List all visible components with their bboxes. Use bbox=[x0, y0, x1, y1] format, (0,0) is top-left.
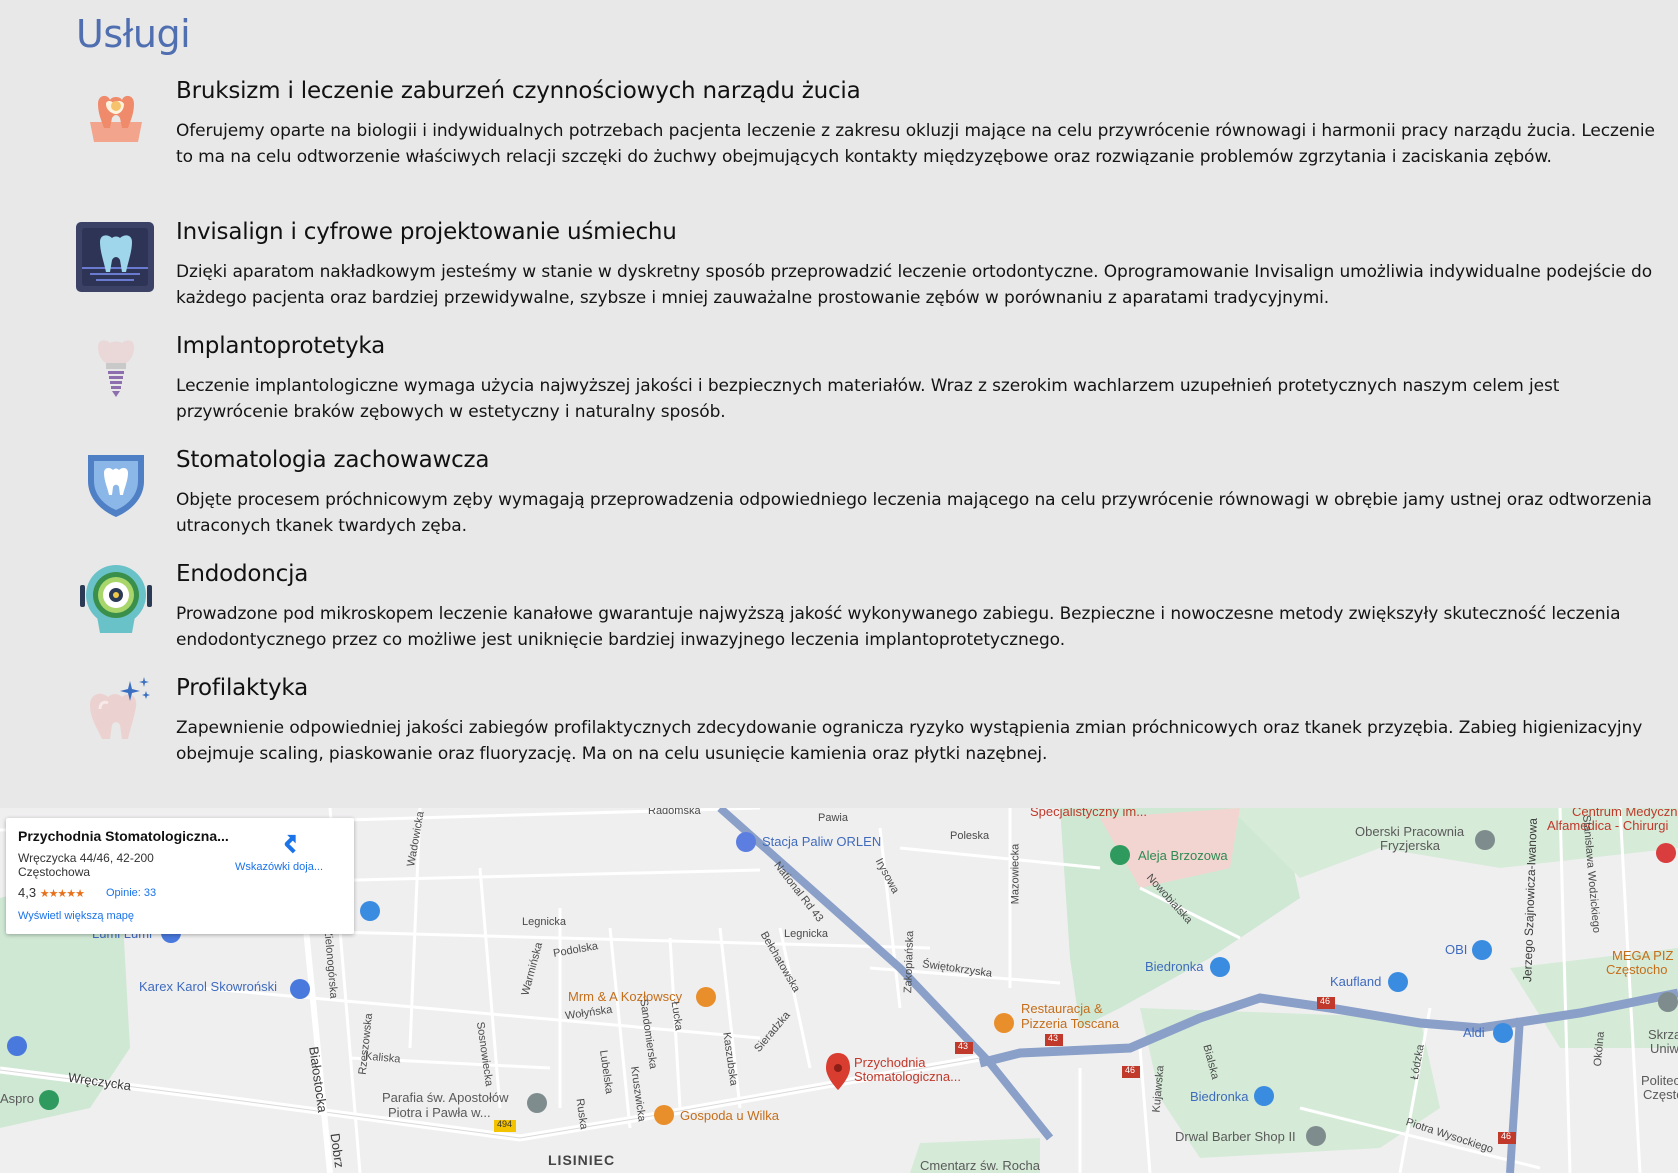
service-description: Oferujemy oparte na biologii i indywidua… bbox=[176, 121, 1655, 167]
sparkling-tooth-icon bbox=[90, 677, 150, 739]
road-shield: 43 bbox=[1048, 1033, 1059, 1043]
map-label: Politec bbox=[1641, 1073, 1678, 1088]
map-label: Zakopiańska bbox=[902, 930, 917, 994]
map-label: Pawia bbox=[818, 812, 848, 824]
map-label: Cmentarz św. Rocha bbox=[920, 1158, 1040, 1173]
road-shield: 494 bbox=[497, 1119, 513, 1129]
map-info-card: Przychodnia Stomatologiczna... Wręczycka… bbox=[6, 818, 354, 934]
dental-implant-icon bbox=[98, 340, 134, 397]
road-shield: 46 bbox=[1501, 1131, 1512, 1141]
map-label: Drwal Barber Shop II bbox=[1175, 1129, 1296, 1144]
reviews-link[interactable]: Opinie: 33 bbox=[106, 887, 156, 899]
map-label: Uniwe bbox=[1650, 1041, 1678, 1056]
road-shield: 46 bbox=[1320, 996, 1331, 1006]
map-label: Alfamedica - Chirurgi bbox=[1547, 818, 1669, 833]
map-label: LISINIEC bbox=[548, 1152, 616, 1168]
map-label: Specjalistyczny im... bbox=[1030, 808, 1148, 819]
service-description: Leczenie implantologiczne wymaga użycia … bbox=[176, 376, 1560, 422]
place-address: Wręczycka 44/46, 42-200 Częstochowa bbox=[18, 851, 154, 879]
directions-link[interactable]: Wskazówki doja... bbox=[235, 861, 323, 873]
map-label: Aleja Brzozowa bbox=[1138, 848, 1228, 863]
map-label: Częstocho bbox=[1606, 962, 1668, 977]
map-label: Oberski Pracownia bbox=[1355, 824, 1465, 839]
service-heading: Invisalign i cyfrowe projektowanie uśmie… bbox=[176, 219, 677, 245]
map-label: Mazowiecka bbox=[1009, 843, 1022, 905]
map-label: Karex Karol Skowroński bbox=[139, 979, 277, 994]
map-label: OBI bbox=[1445, 942, 1468, 957]
road-shield: 43 bbox=[958, 1041, 969, 1051]
map-label: Skrzat bbox=[1648, 1027, 1678, 1042]
map-label: Radomska bbox=[648, 808, 701, 817]
map-label: Legnicka bbox=[784, 928, 829, 940]
map-label: Biedronka bbox=[1145, 959, 1204, 974]
map-label: Restauracja & bbox=[1021, 1001, 1103, 1016]
section-title: Usługi bbox=[76, 12, 191, 56]
tooth-shield-icon bbox=[88, 455, 144, 517]
service-heading: Implantoprotetyka bbox=[176, 333, 385, 359]
map-label: Mrm & A Kozłowscy bbox=[568, 989, 683, 1004]
service-heading: Profilaktyka bbox=[176, 675, 309, 701]
service-description: Dzięki aparatom nakładkowym jesteśmy w s… bbox=[176, 262, 1652, 308]
map-label: Poleska bbox=[950, 830, 990, 842]
directions-icon[interactable] bbox=[278, 830, 302, 854]
rating-value: 4,3 bbox=[18, 885, 37, 900]
place-rating: 4,3 ★★★★★ bbox=[18, 885, 85, 900]
service-heading: Stomatologia zachowawcza bbox=[176, 447, 490, 473]
map-label: Aspro bbox=[0, 1091, 34, 1106]
map-label: Parafia św. Apostołów bbox=[382, 1090, 509, 1105]
map-label: Biedronka bbox=[1190, 1089, 1249, 1104]
service-description: Prowadzone pod mikroskopem leczenie kana… bbox=[176, 604, 1621, 650]
larger-map-link[interactable]: Wyświetl większą mapę bbox=[18, 910, 134, 922]
rating-stars-icon: ★★★★★ bbox=[39, 888, 85, 900]
map-label: Stacja Paliw ORLEN bbox=[762, 834, 882, 849]
map-label: Fryzjerska bbox=[1380, 838, 1440, 853]
road-shield: 46 bbox=[1125, 1065, 1136, 1075]
place-name: Przychodnia Stomatologiczna... bbox=[18, 828, 229, 844]
map-label: Pizzeria Toscana bbox=[1021, 1016, 1120, 1031]
service-description: Zapewnienie odpowiedniej jakości zabiegó… bbox=[176, 718, 1643, 764]
services-section: Usługi Bruksizm i leczenie zaburzeń czyn… bbox=[0, 0, 1678, 808]
map-label: MEGA PIZ bbox=[1612, 948, 1674, 963]
map-label: Legnicka bbox=[522, 916, 567, 928]
tooth-xray-icon bbox=[76, 222, 154, 292]
dental-lamp-icon bbox=[80, 565, 152, 633]
service-heading: Bruksizm i leczenie zaburzeń czynnościow… bbox=[176, 78, 861, 104]
service-heading: Endodoncja bbox=[176, 561, 309, 587]
map-label: Kaufland bbox=[1330, 974, 1382, 989]
service-description: Objęte procesem próchnicowym zęby wymaga… bbox=[176, 490, 1652, 536]
marker-label-line: Przychodnia bbox=[854, 1055, 926, 1070]
tooth-pain-icon bbox=[90, 95, 142, 142]
marker-label-line: Stomatologiczna... bbox=[854, 1069, 961, 1084]
marker-label[interactable]: Przychodnia Stomatologiczna... bbox=[854, 1056, 961, 1084]
map-label: Często bbox=[1643, 1087, 1678, 1102]
map-label: Piotra i Pawła w... bbox=[388, 1105, 491, 1120]
map-label: Gospoda u Wilka bbox=[680, 1108, 779, 1123]
map-label: Aldi bbox=[1463, 1025, 1485, 1040]
